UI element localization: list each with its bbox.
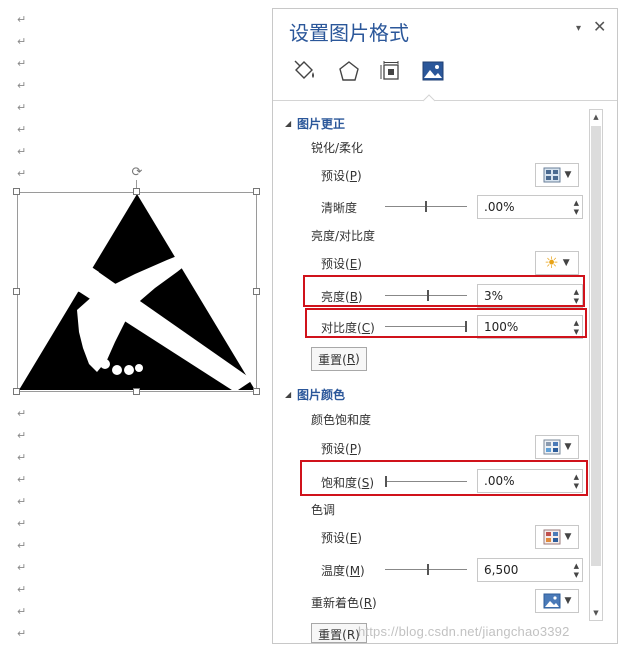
paragraph-mark: ↵ (17, 583, 27, 596)
sharpness-value[interactable]: .00% (484, 200, 515, 214)
resize-handle-se[interactable] (253, 388, 260, 395)
slider-thumb[interactable] (425, 201, 427, 212)
paint-bucket-icon (294, 60, 314, 79)
highlight-box-brightness (303, 275, 585, 307)
paragraph-mark: ↵ (17, 123, 27, 136)
temperature-label: 温度(M) (321, 564, 365, 578)
chevron-down-icon: ▼ (562, 258, 570, 268)
collapse-arrow-icon[interactable]: ◢ (285, 119, 291, 128)
sun-icon: ☀ (544, 253, 559, 272)
slider-thumb[interactable] (427, 564, 429, 575)
section-picture-color[interactable]: 图片颜色 (297, 386, 345, 403)
resize-handle-s[interactable] (133, 388, 140, 395)
resize-handle-sw[interactable] (13, 388, 20, 395)
chevron-down-icon: ▼ (564, 596, 572, 606)
recolor-dropdown[interactable]: ▼ (535, 589, 579, 613)
sharpen-preset-label: 预设(P) (321, 169, 362, 183)
section-picture-corrections[interactable]: 图片更正 (297, 115, 345, 132)
tone-preset-dropdown[interactable]: ▼ (535, 525, 579, 549)
brightness-contrast-heading: 亮度/对比度 (311, 229, 376, 243)
paragraph-mark: ↵ (17, 561, 27, 574)
paragraph-mark: ↵ (17, 35, 27, 48)
chevron-down-icon: ▼ (564, 442, 572, 452)
size-properties-icon (380, 61, 399, 80)
paragraph-mark: ↵ (17, 145, 27, 158)
resize-handle-w[interactable] (13, 288, 20, 295)
resize-handle-nw[interactable] (13, 188, 20, 195)
recolor-label: 重新着色(R) (311, 596, 377, 610)
tone-preset-label: 预设(E) (321, 531, 362, 545)
paragraph-mark: ↵ (17, 101, 27, 114)
resize-handle-ne[interactable] (253, 188, 260, 195)
chevron-down-icon: ▼ (564, 532, 572, 542)
format-picture-pane: 设置图片格式 ▾ ✕ ◢ 图片更正 锐化/柔化 预设(P) ▼ 清晰度 .00%… (272, 8, 618, 644)
slider-track (385, 569, 467, 570)
tone-preset-icon (543, 529, 561, 545)
sharpen-preset-dropdown[interactable]: ▼ (535, 163, 579, 187)
sharpness-spinbox[interactable]: .00% ▲ ▼ (477, 195, 583, 219)
sharpness-slider[interactable] (385, 201, 467, 213)
paragraph-mark: ↵ (17, 79, 27, 92)
bc-preset-dropdown[interactable]: ☀ ▼ (535, 251, 579, 275)
color-saturation-heading: 颜色饱和度 (311, 413, 372, 427)
pane-title: 设置图片格式 (289, 21, 409, 45)
highlight-box-contrast (305, 308, 587, 338)
recolor-icon (543, 593, 561, 609)
tab-layout-properties[interactable] (377, 57, 405, 85)
paragraph-mark: ↵ (17, 627, 27, 640)
temperature-slider[interactable] (385, 564, 467, 576)
pane-options-icon[interactable]: ▾ (576, 23, 581, 34)
paragraph-mark: ↵ (17, 167, 27, 180)
scroll-thumb[interactable] (591, 126, 601, 566)
paragraph-mark: ↵ (17, 429, 27, 442)
paragraph-mark: ↵ (17, 517, 27, 530)
paragraph-mark: ↵ (17, 605, 27, 618)
paragraph-mark: ↵ (17, 539, 27, 552)
resize-handle-e[interactable] (253, 288, 260, 295)
saturation-preset-dropdown[interactable]: ▼ (535, 435, 579, 459)
picture-icon (422, 61, 444, 81)
paragraph-mark: ↵ (17, 451, 27, 464)
pane-scrollbar[interactable]: ▲ ▼ (589, 109, 603, 621)
sharpen-soften-heading: 锐化/柔化 (311, 141, 364, 155)
paragraph-mark: ↵ (17, 473, 27, 486)
selection-border (17, 192, 257, 392)
paragraph-mark: ↵ (17, 495, 27, 508)
paragraph-mark: ↵ (17, 13, 27, 26)
tone-heading: 色调 (311, 503, 336, 517)
collapse-arrow-icon[interactable]: ◢ (285, 390, 291, 399)
chevron-down-icon: ▼ (564, 170, 572, 180)
temperature-value[interactable]: 6,500 (484, 563, 518, 577)
spin-down-icon[interactable]: ▼ (574, 208, 579, 216)
close-icon[interactable]: ✕ (593, 17, 606, 36)
sharpness-label: 清晰度 (321, 201, 358, 215)
watermark: https://blog.csdn.net/jiangchao3392 (358, 624, 570, 639)
tab-fill-line[interactable] (291, 57, 319, 85)
spin-down-icon[interactable]: ▼ (574, 571, 579, 579)
tab-picture[interactable] (419, 57, 447, 85)
highlight-box-saturation (300, 460, 588, 496)
scroll-up-icon[interactable]: ▲ (590, 110, 602, 124)
reset-corrections-button[interactable]: 重置(R) (311, 347, 367, 371)
scroll-down-icon[interactable]: ▼ (590, 606, 602, 620)
paragraph-mark: ↵ (17, 57, 27, 70)
saturation-preset-label: 预设(P) (321, 442, 362, 456)
spin-up-icon[interactable]: ▲ (574, 199, 579, 207)
sharpen-preset-icon (543, 167, 561, 183)
saturation-preset-icon (543, 439, 561, 455)
rotate-handle-icon[interactable]: ⟳ (130, 166, 144, 180)
paragraph-mark: ↵ (17, 407, 27, 420)
temperature-spinbox[interactable]: 6,500 ▲ ▼ (477, 558, 583, 582)
spin-up-icon[interactable]: ▲ (574, 562, 579, 570)
tab-effects[interactable] (335, 57, 363, 85)
document-area[interactable]: ↵ ↵ ↵ ↵ ↵ ↵ ↵ ↵ ↵ ↵ ↵ ↵ ↵ ↵ ↵ ↵ ↵ ↵ ↵ ⟳ (0, 0, 270, 651)
bc-preset-label: 预设(E) (321, 257, 362, 271)
selected-picture[interactable]: ⟳ (13, 166, 260, 395)
resize-handle-n[interactable] (133, 188, 140, 195)
pane-content: ◢ 图片更正 锐化/柔化 预设(P) ▼ 清晰度 .00% ▲ ▼ 亮度/对比度… (273, 101, 603, 643)
pentagon-icon (339, 61, 359, 81)
